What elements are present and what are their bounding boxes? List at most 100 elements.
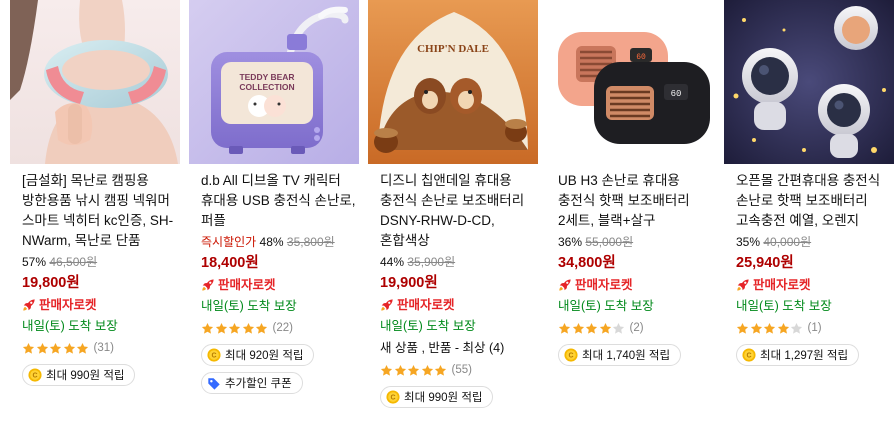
rocket-icon [736, 278, 750, 292]
star-icon [201, 322, 214, 335]
points-badge[interactable]: 최대 1,740원 적립 [558, 344, 682, 366]
svg-text:COLLECTION: COLLECTION [239, 82, 294, 92]
star-icon [228, 322, 241, 335]
sale-price: 19,800원 [22, 275, 80, 291]
star-icon [394, 364, 407, 377]
product-card[interactable]: [금설화] 목난로 캠핑용 방한용품 낚시 캠핑 넥워머 스마트 넥히터 kc인… [10, 0, 180, 421]
discount-line: 36% 55,000원 [558, 233, 718, 251]
discount-line: 즉시할인가 48% 35,800원 [201, 233, 361, 251]
product-image[interactable] [724, 0, 894, 164]
product-card[interactable]: TEDDY BEAR COLLECTION d.b All 디브올 TV 캐릭터… [189, 0, 359, 421]
rocket-icon [380, 298, 394, 312]
instant-discount-label: 즉시할인가 [201, 235, 257, 249]
star-icon [76, 342, 89, 355]
rocket-label: 판매자로켓 [39, 298, 97, 312]
star-icon [612, 322, 625, 335]
discount-rate: 44% [380, 255, 405, 269]
original-price: 35,800원 [286, 235, 335, 249]
product-card[interactable]: 60 60 UB H3 손난로 휴대용 충전식 핫팩 보조배터리 2세트, 블랙… [546, 0, 716, 421]
star-icon [763, 322, 776, 335]
original-price: 55,000원 [585, 235, 634, 249]
star-icon [407, 364, 420, 377]
discount-rate: 36% [558, 235, 583, 249]
original-price: 40,000원 [763, 235, 812, 249]
product-title[interactable]: 디즈니 칩앤데일 휴대용 충전식 손난로 보조배터리 DSNY-RHW-D-CD… [380, 171, 540, 251]
star-icon [215, 322, 228, 335]
original-price: 35,900원 [407, 255, 456, 269]
svg-text:60: 60 [671, 89, 682, 99]
rocket-label: 판매자로켓 [753, 278, 811, 292]
points-badge[interactable]: 최대 920원 적립 [201, 344, 315, 366]
product-grid: [금설화] 목난로 캠핑용 방한용품 낚시 캠핑 넥워머 스마트 넥히터 kc인… [0, 0, 895, 421]
star-icon [36, 342, 49, 355]
rocket-label: 판매자로켓 [218, 278, 276, 292]
star-icon [750, 322, 763, 335]
product-title[interactable]: 오픈몰 간편휴대용 충전식 손난로 핫팩 보조배터리 고속충전 예열, 오렌지 [736, 171, 895, 231]
rocket-label: 판매자로켓 [397, 298, 455, 312]
coupon-badge[interactable]: 추가할인 쿠폰 [201, 372, 303, 394]
points-text: 최대 990원 적립 [46, 370, 125, 382]
points-text: 최대 1,297원 적립 [760, 350, 849, 362]
review-count: (22) [272, 322, 293, 334]
svg-text:60: 60 [636, 53, 646, 62]
coupon-text: 추가할인 쿠폰 [225, 378, 292, 390]
star-icon [242, 322, 255, 335]
rating-stars: (55) [380, 360, 540, 380]
star-icon [63, 342, 76, 355]
product-image[interactable]: CHIP'N DALE [368, 0, 538, 164]
delivery-info: 내일(토) 도착 보장 [558, 299, 654, 313]
delivery-info: 내일(토) 도착 보장 [201, 299, 297, 313]
discount-line: 44% 35,900원 [380, 253, 540, 271]
coin-icon [386, 390, 400, 404]
delivery-info: 내일(토) 도착 보장 [736, 299, 832, 313]
star-icon [421, 364, 434, 377]
coupon-tag-icon [207, 376, 221, 390]
discount-line: 35% 40,000원 [736, 233, 895, 251]
rocket-badge: 판매자로켓 [380, 295, 540, 315]
discount-rate: 57% [22, 255, 47, 269]
points-badge[interactable]: 최대 990원 적립 [380, 386, 494, 408]
star-icon [255, 322, 268, 335]
product-image[interactable]: 60 60 [546, 0, 716, 164]
rocket-icon [558, 278, 572, 292]
points-text: 최대 920원 적립 [225, 350, 304, 362]
sale-price: 25,940원 [736, 255, 794, 271]
rocket-badge: 판매자로켓 [22, 295, 182, 315]
product-card[interactable]: 오픈몰 간편휴대용 충전식 손난로 핫팩 보조배터리 고속충전 예열, 오렌지 … [724, 0, 894, 421]
coin-icon [207, 348, 221, 362]
rating-stars: (1) [736, 318, 895, 338]
points-badge[interactable]: 최대 1,297원 적립 [736, 344, 860, 366]
product-title[interactable]: d.b All 디브올 TV 캐릭터 휴대용 USB 충전식 손난로, 퍼플 [201, 171, 361, 231]
product-image[interactable] [10, 0, 180, 164]
coin-icon [742, 348, 756, 362]
star-icon [572, 322, 585, 335]
neck-warmer-photo-icon [10, 0, 180, 164]
star-icon [49, 342, 62, 355]
delivery-info: 내일(토) 도착 보장 [22, 319, 118, 333]
tv-hand-warmer-photo-icon: TEDDY BEAR COLLECTION [189, 0, 359, 164]
discount-rate: 48% [259, 235, 284, 249]
sale-price: 19,900원 [380, 275, 438, 291]
rocket-badge: 판매자로켓 [736, 275, 895, 295]
sale-price: 18,400원 [201, 255, 259, 271]
svg-text:CHIP'N DALE: CHIP'N DALE [417, 43, 489, 55]
star-icon [558, 322, 571, 335]
product-title[interactable]: UB H3 손난로 휴대용 충전식 핫팩 보조배터리 2세트, 블랙+살구 [558, 171, 718, 231]
star-icon [790, 322, 803, 335]
rocket-badge: 판매자로켓 [201, 275, 361, 295]
star-icon [599, 322, 612, 335]
review-count: (1) [807, 322, 822, 334]
astronaut-warmer-photo-icon [724, 0, 894, 164]
product-title[interactable]: [금설화] 목난로 캠핑용 방한용품 낚시 캠핑 넥워머 스마트 넥히터 kc인… [22, 171, 182, 251]
product-card[interactable]: CHIP'N DALE 디즈니 칩앤데일 휴대용 충전식 손난로 보조배터리 D… [368, 0, 538, 421]
star-icon [22, 342, 35, 355]
points-badge[interactable]: 최대 990원 적립 [22, 364, 136, 386]
rating-stars: (31) [22, 338, 182, 358]
rating-stars: (2) [558, 318, 718, 338]
review-count: (31) [93, 342, 114, 354]
points-text: 최대 1,740원 적립 [582, 350, 671, 362]
star-icon [777, 322, 790, 335]
used-item-info[interactable]: 새 상품 , 반품 - 최상 (4) [380, 338, 540, 358]
coin-icon [28, 368, 42, 382]
product-image[interactable]: TEDDY BEAR COLLECTION [189, 0, 359, 164]
